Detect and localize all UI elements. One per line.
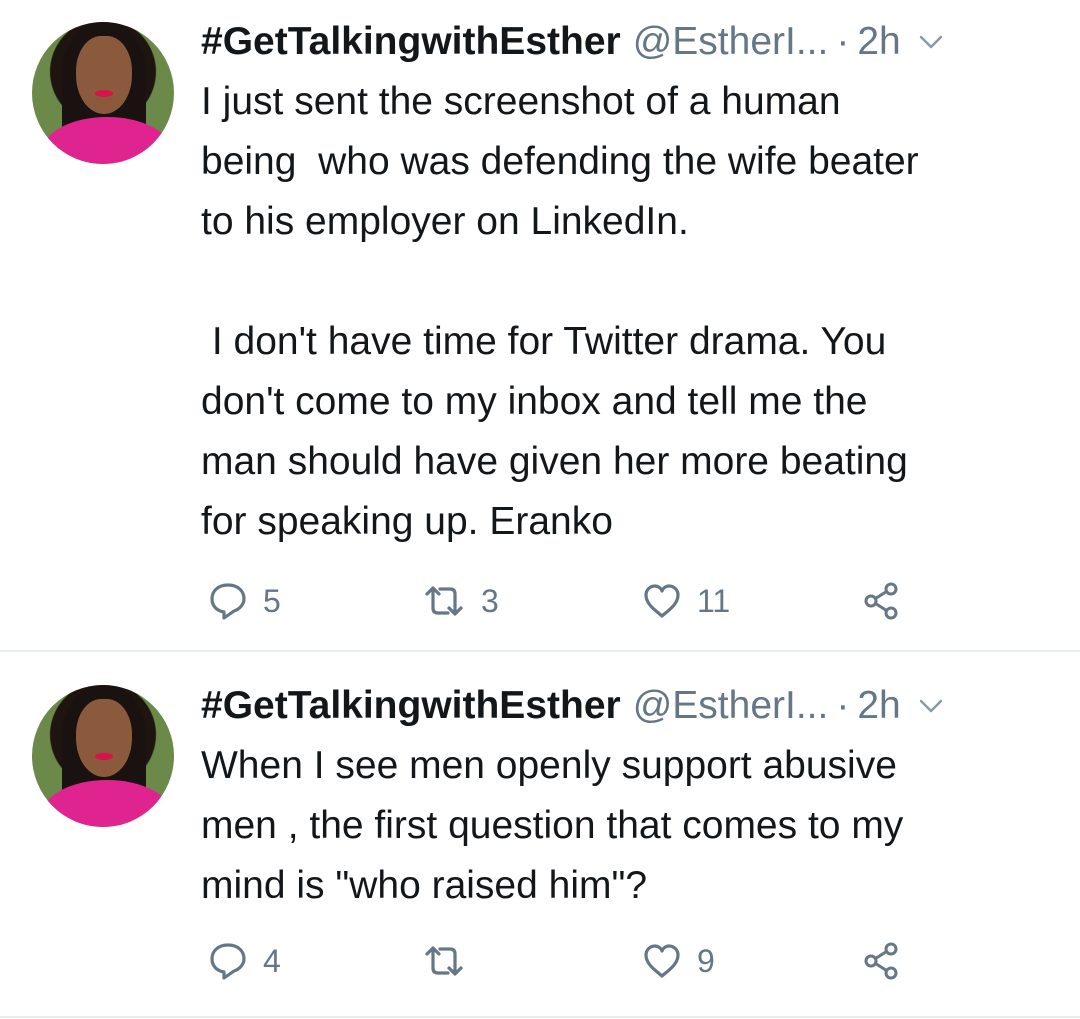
- reply-icon: [207, 940, 249, 982]
- tweet-content: #GetTalkingwithEsther @EstherI... · 2h I…: [201, 12, 1060, 552]
- chevron-down-icon[interactable]: [919, 30, 943, 54]
- share-button[interactable]: [861, 576, 903, 626]
- like-count: 11: [697, 582, 731, 619]
- avatar[interactable]: [32, 22, 174, 164]
- retweet-icon: [421, 940, 467, 982]
- chevron-down-icon[interactable]: [919, 694, 943, 718]
- user-handle[interactable]: @EstherI...: [633, 12, 829, 72]
- retweet-button[interactable]: [421, 936, 481, 986]
- tweet-actions: 4 9: [201, 936, 1080, 986]
- reply-count: 4: [263, 942, 281, 979]
- tweet-header: #GetTalkingwithEsther @EstherI... · 2h: [201, 12, 1060, 72]
- like-button[interactable]: 9: [641, 936, 715, 986]
- tweet-actions: 5 3 11: [201, 576, 1080, 626]
- reply-button[interactable]: 5: [207, 576, 281, 626]
- separator-dot: ·: [836, 20, 850, 63]
- retweet-button[interactable]: 3: [421, 576, 499, 626]
- tweet-text: I just sent the screenshot of a human be…: [201, 80, 919, 543]
- retweet-icon: [421, 580, 467, 622]
- reply-button[interactable]: 4: [207, 936, 281, 986]
- timestamp[interactable]: 2h: [857, 676, 900, 736]
- timestamp[interactable]: 2h: [857, 12, 900, 72]
- share-button[interactable]: [861, 936, 903, 986]
- like-icon: [641, 940, 683, 982]
- avatar[interactable]: [32, 685, 174, 827]
- reply-icon: [207, 580, 249, 622]
- tweet[interactable]: #GetTalkingwithEsther @EstherI... · 2h I…: [0, 0, 1080, 652]
- share-icon: [861, 580, 903, 622]
- reply-count: 5: [263, 582, 281, 619]
- share-icon: [861, 940, 903, 982]
- retweet-count: 3: [481, 582, 499, 619]
- tweet-text: When I see men openly support abusive me…: [201, 744, 904, 907]
- display-name[interactable]: #GetTalkingwithEsther: [201, 12, 621, 72]
- separator-dot: ·: [836, 684, 850, 727]
- like-count: 9: [697, 942, 715, 979]
- display-name[interactable]: #GetTalkingwithEsther: [201, 676, 621, 736]
- user-handle[interactable]: @EstherI...: [633, 676, 829, 736]
- like-icon: [641, 580, 683, 622]
- tweet-content: #GetTalkingwithEsther @EstherI... · 2h W…: [201, 676, 1060, 916]
- tweet[interactable]: #GetTalkingwithEsther @EstherI... · 2h W…: [0, 652, 1080, 1018]
- like-button[interactable]: 11: [641, 576, 730, 626]
- tweet-header: #GetTalkingwithEsther @EstherI... · 2h: [201, 676, 1060, 736]
